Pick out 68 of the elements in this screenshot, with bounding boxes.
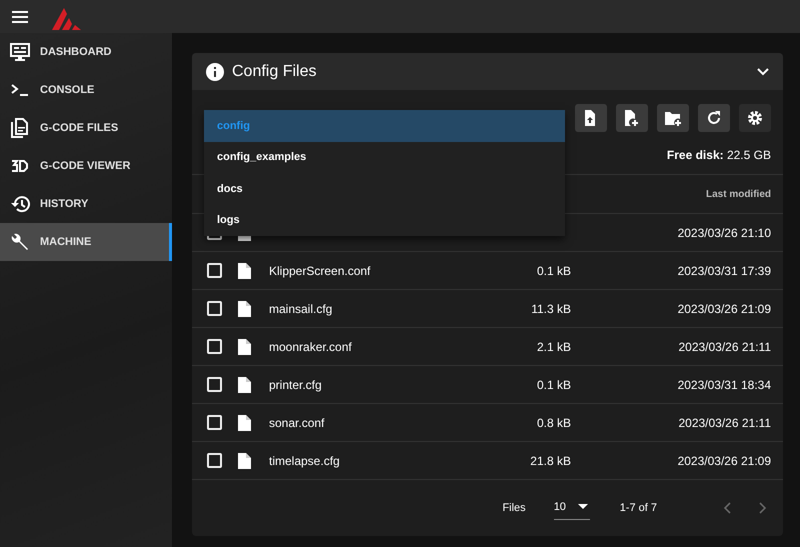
checkbox[interactable] [207,453,222,468]
file-icon [238,262,251,278]
modified-date: 2023/03/26 21:09 [676,454,771,468]
settings-button[interactable] [739,104,771,132]
file-icon [238,376,251,392]
page-range: 1-7 of 7 [620,502,657,514]
file-size: 0.1 kB [536,264,571,278]
file-size: 21.8 kB [529,454,571,468]
history-icon [10,195,30,213]
file-icon [238,452,251,468]
modified-date: 2023/03/26 21:09 [676,302,771,316]
free-disk-text: Free disk: 22.5 GB [666,147,771,164]
terminal-prompt-icon [10,83,30,97]
panel-title: Config Files [232,62,316,80]
column-header[interactable]: Last modified [661,188,771,200]
previous-page-icon[interactable] [723,502,731,514]
file-name: moonraker.conf [269,340,353,354]
modified-date: 2023/03/26 21:10 [676,226,771,240]
monitor-icon [10,43,30,61]
sidebar-item[interactable]: HISTORY [0,185,172,223]
info-icon [206,62,224,80]
file-name: sonar.conf [269,416,326,430]
file-size: 2.1 kB [536,340,571,354]
3d-icon [10,160,30,172]
file-name: KlipperScreen.conf [269,264,372,278]
modified-date: 2023/03/26 21:11 [677,340,771,354]
checkbox[interactable] [207,415,222,430]
caret-icon [578,504,588,509]
file-plus-button[interactable] [616,104,648,132]
file-icon [238,338,251,354]
next-page-icon[interactable] [759,502,767,514]
modified-date: 2023/03/26 21:11 [677,416,771,430]
chevron-down-icon[interactable] [757,68,769,76]
file-size: 11.3 kB [530,302,571,316]
checkbox[interactable] [207,377,222,392]
file-icon [238,414,251,430]
file-icon [238,300,251,316]
menu-icon[interactable] [12,10,28,22]
sidebar-item[interactable]: DASHBOARD [0,33,172,71]
documents-icon [10,118,28,138]
file-size: 0.8 kB [536,416,571,430]
file-name: mainsail.cfg [269,302,334,316]
checkbox[interactable] [207,339,222,354]
settings-icon [746,109,764,127]
file-name: printer.cfg [269,378,323,392]
menu-item[interactable]: logs [204,204,565,236]
files-per-page-label: Files [502,502,526,514]
file-plus-icon [623,109,641,127]
menu-item[interactable]: docs [204,173,565,204]
refresh-button[interactable] [698,104,730,132]
refresh-icon [705,109,723,127]
checkbox[interactable] [207,301,222,316]
sidebar-item[interactable]: G-CODE VIEWER [0,147,172,185]
menu-item[interactable]: config_examples [204,142,565,173]
folder-plus-icon [664,109,682,127]
sidebar-item[interactable]: G-CODE FILES [0,109,172,147]
modified-date: 2023/03/31 18:34 [676,378,771,392]
logo-icon [52,6,82,30]
file-size: 0.1 kB [536,378,571,392]
per-page-select[interactable]: 10 [554,496,590,520]
file-upload-button[interactable] [575,104,607,132]
modified-date: 2023/03/31 17:39 [676,264,771,278]
sidebar-item[interactable]: CONSOLE [0,71,172,109]
folder-plus-button[interactable] [657,104,689,132]
checkbox[interactable] [207,263,222,278]
wrench-icon [10,232,30,252]
file-name: timelapse.cfg [269,454,341,468]
sidebar-item[interactable]: MACHINE [0,223,172,261]
